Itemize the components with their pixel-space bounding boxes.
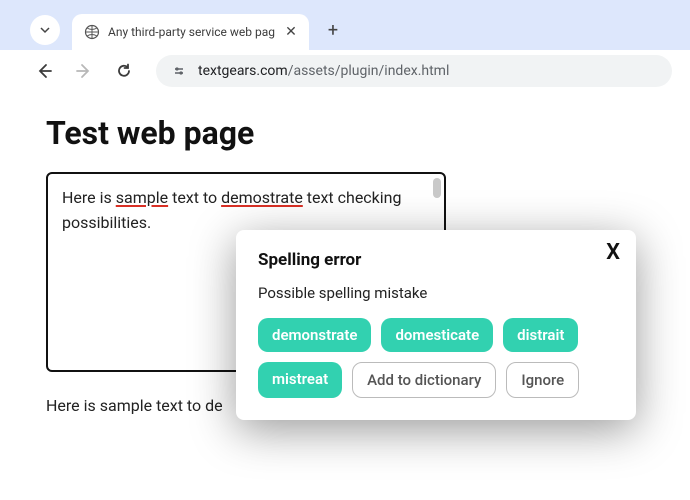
back-button[interactable] — [30, 57, 58, 85]
popup-buttons: demonstrate domesticate distrait mistrea… — [258, 318, 614, 398]
editor-text: Here is sample text to demostrate text c… — [62, 188, 402, 232]
suggestion-button[interactable]: distrait — [503, 318, 578, 352]
popup-description: Possible spelling mistake — [258, 284, 614, 302]
browser-chrome: Any third-party service web pag ✕ + text… — [0, 0, 690, 90]
tab-close-button[interactable]: ✕ — [283, 24, 299, 40]
popup-title: Spelling error — [258, 250, 614, 270]
address-bar[interactable]: textgears.com/assets/plugin/index.html — [156, 55, 672, 87]
ignore-button[interactable]: Ignore — [506, 362, 579, 398]
suggestion-button[interactable]: domesticate — [381, 318, 493, 352]
reload-button[interactable] — [110, 57, 138, 85]
close-button[interactable]: X — [606, 240, 620, 265]
chevron-down-icon — [40, 25, 50, 35]
tab-title: Any third-party service web pag — [108, 25, 275, 39]
spelling-popup: X Spelling error Possible spelling mista… — [236, 230, 636, 420]
tab-dropdown-button[interactable] — [30, 15, 60, 45]
add-to-dictionary-button[interactable]: Add to dictionary — [352, 362, 496, 398]
forward-button[interactable] — [70, 57, 98, 85]
tab-strip: Any third-party service web pag ✕ + — [0, 10, 690, 50]
arrow-right-icon — [75, 62, 93, 80]
browser-toolbar: textgears.com/assets/plugin/index.html — [0, 50, 690, 92]
globe-icon — [84, 24, 100, 40]
spelling-error-mark[interactable]: demostrate — [221, 188, 303, 207]
reload-icon — [115, 62, 133, 80]
browser-tab[interactable]: Any third-party service web pag ✕ — [72, 14, 309, 50]
site-settings-icon[interactable] — [170, 62, 188, 80]
spelling-error-mark[interactable]: sample — [116, 188, 168, 207]
suggestion-button[interactable]: demonstrate — [258, 318, 371, 352]
scrollbar-thumb[interactable] — [433, 178, 441, 198]
new-tab-button[interactable]: + — [319, 16, 347, 44]
arrow-left-icon — [35, 62, 53, 80]
page-title: Test web page — [46, 114, 644, 152]
url-text: textgears.com/assets/plugin/index.html — [198, 63, 449, 79]
suggestion-button[interactable]: mistreat — [258, 362, 342, 398]
